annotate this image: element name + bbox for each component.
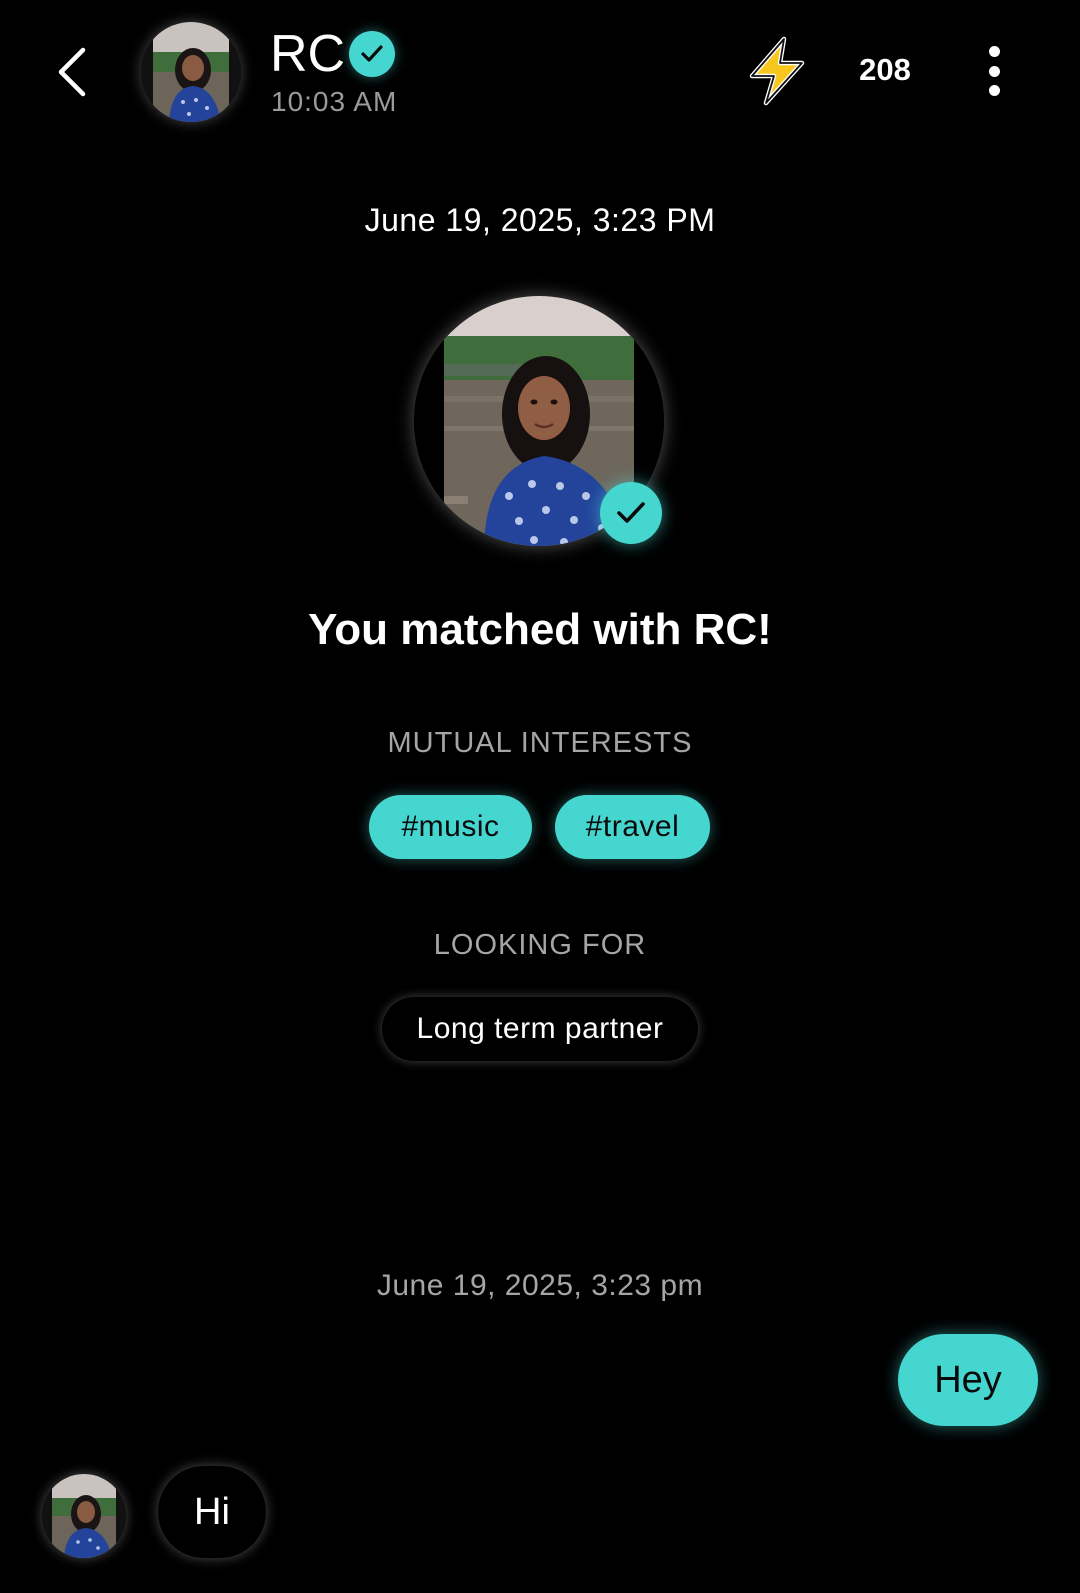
boost-count: 208 — [859, 52, 911, 87]
avatar[interactable] — [141, 22, 241, 122]
message-date: June 19, 2025, 3:23 pm — [376, 1269, 704, 1302]
looking-for-chip: Long term partner — [382, 997, 698, 1061]
interest-chip-music[interactable]: #music — [369, 795, 532, 859]
match-photo-container — [414, 296, 664, 546]
profile-photo — [42, 1474, 126, 1558]
mutual-interests-label: MUTUAL INTERESTS — [387, 727, 693, 759]
more-options-button[interactable] — [972, 46, 1016, 96]
match-title: You matched with RC! — [308, 605, 772, 654]
interest-chip-travel[interactable]: #travel — [555, 795, 710, 859]
back-button[interactable] — [44, 40, 100, 104]
boost-button[interactable] — [744, 36, 810, 106]
sent-message-bubble[interactable]: Hey — [898, 1334, 1038, 1426]
looking-for-label: LOOKING FOR — [433, 929, 647, 961]
check-icon — [361, 45, 383, 62]
lightning-icon — [749, 36, 805, 106]
check-icon — [617, 502, 645, 523]
more-vertical-icon — [988, 46, 1000, 57]
profile-photo — [141, 22, 241, 122]
verified-badge — [349, 31, 395, 77]
contact-name[interactable]: RC — [270, 26, 345, 82]
match-date: June 19, 2025, 3:23 PM — [364, 202, 716, 238]
verified-badge — [600, 482, 662, 544]
chat-header: RC 10:03 AM 208 — [0, 0, 1080, 150]
last-active-time: 10:03 AM — [271, 86, 398, 117]
received-message-bubble[interactable]: Hi — [158, 1466, 266, 1558]
more-dot — [988, 65, 1000, 77]
more-dot — [988, 85, 1000, 96]
avatar[interactable] — [42, 1474, 126, 1558]
chevron-left-icon — [58, 47, 86, 97]
